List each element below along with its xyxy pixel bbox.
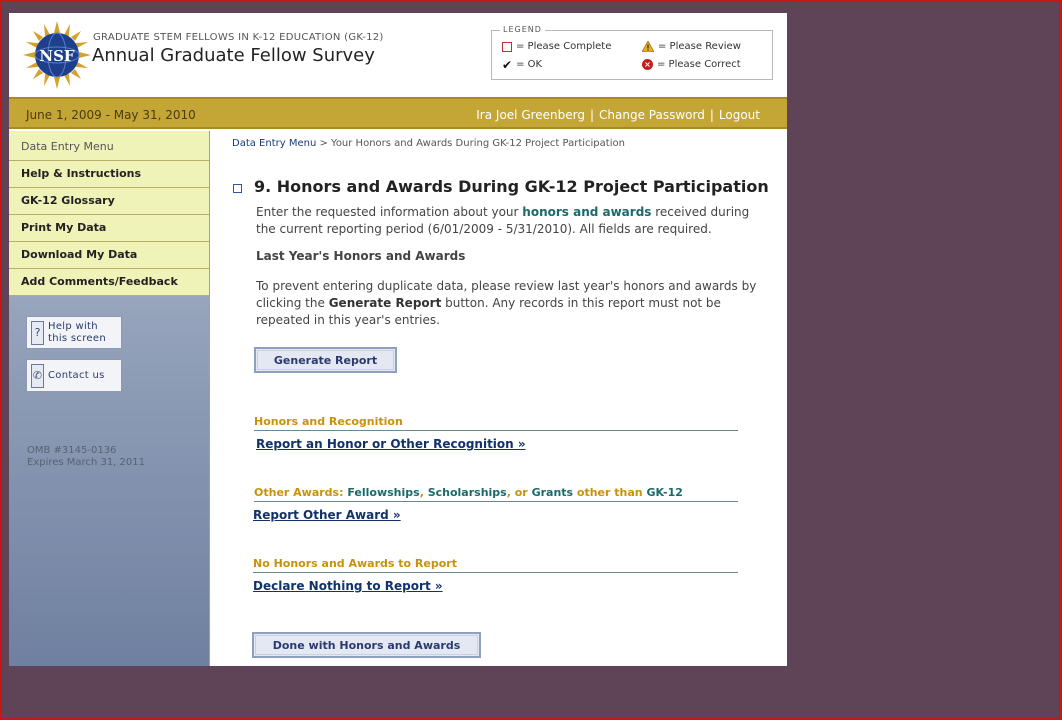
page-title: Annual Graduate Fellow Survey [92, 45, 375, 66]
please-complete-icon [502, 41, 512, 52]
reporting-period: June 1, 2009 - May 31, 2010 [26, 108, 196, 122]
breadcrumb: Data Entry Menu > Your Honors and Awards… [232, 138, 625, 149]
omb-expiration: Expires March 31, 2011 [27, 457, 145, 468]
omb-number: OMB #3145-0136 [27, 445, 117, 456]
sidebar-item-print[interactable]: Print My Data [9, 215, 209, 242]
user-links: Ira Joel Greenberg | Change Password | Logou… [476, 108, 760, 122]
help-screen-button[interactable]: ? Help with this screen [26, 316, 122, 349]
intro-highlight: honors and awards [522, 205, 652, 219]
help-line-2: this screen [48, 332, 106, 344]
legend-title: LEGEND [500, 25, 545, 34]
main-content: Data Entry Menu > Your Honors and Awards… [210, 131, 787, 666]
other-head-f: Grants [531, 486, 574, 499]
last-year-title: Last Year's Honors and Awards [256, 249, 466, 263]
warning-icon [642, 41, 654, 52]
breadcrumb-current: > Your Honors and Awards During GK-12 Pr… [316, 138, 625, 149]
legend-correct-label: = Please Correct [657, 59, 741, 70]
legend: LEGEND = Please Complete = Please Review… [491, 25, 773, 80]
logout-link[interactable]: Logout [719, 108, 760, 122]
header: NSF GRADUATE STEM FELLOWS IN K-12 EDUCAT… [9, 13, 787, 97]
legend-complete-label: = Please Complete [516, 41, 612, 52]
sidebar-item-glossary[interactable]: GK-12 Glossary [9, 188, 209, 215]
phone-icon: ✆ [31, 363, 44, 388]
sidebar: Data Entry Menu Help & Instructions GK-1… [9, 131, 210, 666]
sidebar-item-feedback[interactable]: Add Comments/Feedback [9, 269, 209, 296]
checkmark-icon: ✔ [502, 57, 513, 72]
legend-review-label: = Please Review [658, 41, 741, 52]
help-screen-label: Help with this screen [48, 321, 106, 345]
help-line-1: Help with [48, 320, 98, 332]
legend-complete: = Please Complete [502, 41, 611, 52]
generate-report-button[interactable]: Generate Report [254, 347, 397, 373]
other-head-g: other than [573, 486, 647, 499]
section-status-icon [233, 184, 242, 193]
honors-heading: Honors and Recognition [254, 415, 738, 431]
legend-ok-label: = OK [516, 59, 543, 70]
report-honor-link[interactable]: Report an Honor or Other Recognition » [256, 437, 526, 451]
page: NSF GRADUATE STEM FELLOWS IN K-12 EDUCAT… [9, 13, 787, 666]
sidebar-item-download[interactable]: Download My Data [9, 242, 209, 269]
sidebar-data-entry-menu[interactable]: Data Entry Menu [9, 131, 209, 161]
program-name: GRADUATE STEM FELLOWS IN K-12 EDUCATION … [93, 32, 384, 43]
other-awards-heading: Other Awards: Fellowships, Scholarships,… [254, 486, 738, 502]
change-password-link[interactable]: Change Password [599, 108, 705, 122]
contact-us-label: Contact us [48, 369, 105, 381]
other-head-e: , or [506, 486, 532, 499]
top-bar: June 1, 2009 - May 31, 2010 Ira Joel Gre… [9, 97, 787, 129]
section-title: 9. Honors and Awards During GK-12 Projec… [254, 177, 769, 196]
intro-part-a: Enter the requested information about yo… [256, 205, 523, 219]
legend-correct: × = Please Correct [642, 59, 741, 70]
user-name-link[interactable]: Ira Joel Greenberg [476, 108, 585, 122]
other-head-h: GK-12 [646, 486, 683, 499]
dup-bold: Generate Report [328, 296, 442, 310]
other-head-b: Fellowships [347, 486, 420, 499]
no-honors-heading: No Honors and Awards to Report [253, 557, 738, 573]
other-head-a: Other Awards: [254, 486, 348, 499]
legend-ok: ✔ = OK [502, 57, 543, 72]
declare-nothing-link[interactable]: Declare Nothing to Report » [253, 579, 443, 593]
help-icon: ? [31, 320, 44, 345]
omb-info: OMB #3145-0136 Expires March 31, 2011 [27, 445, 145, 469]
svg-text:NSF: NSF [39, 47, 75, 65]
other-head-d: Scholarships [427, 486, 507, 499]
legend-review: = Please Review [642, 41, 741, 52]
duplicate-notice: To prevent entering duplicate data, plea… [256, 278, 771, 329]
other-head-c: , [419, 486, 428, 499]
intro-text: Enter the requested information about yo… [256, 204, 771, 238]
report-other-award-link[interactable]: Report Other Award » [253, 508, 401, 522]
done-honors-button[interactable]: Done with Honors and Awards [252, 632, 481, 658]
error-icon: × [642, 59, 653, 70]
contact-us-button[interactable]: ✆ Contact us [26, 359, 122, 392]
breadcrumb-data-entry-menu[interactable]: Data Entry Menu [232, 138, 316, 149]
nsf-logo: NSF [23, 21, 91, 89]
sidebar-item-help[interactable]: Help & Instructions [9, 161, 209, 188]
